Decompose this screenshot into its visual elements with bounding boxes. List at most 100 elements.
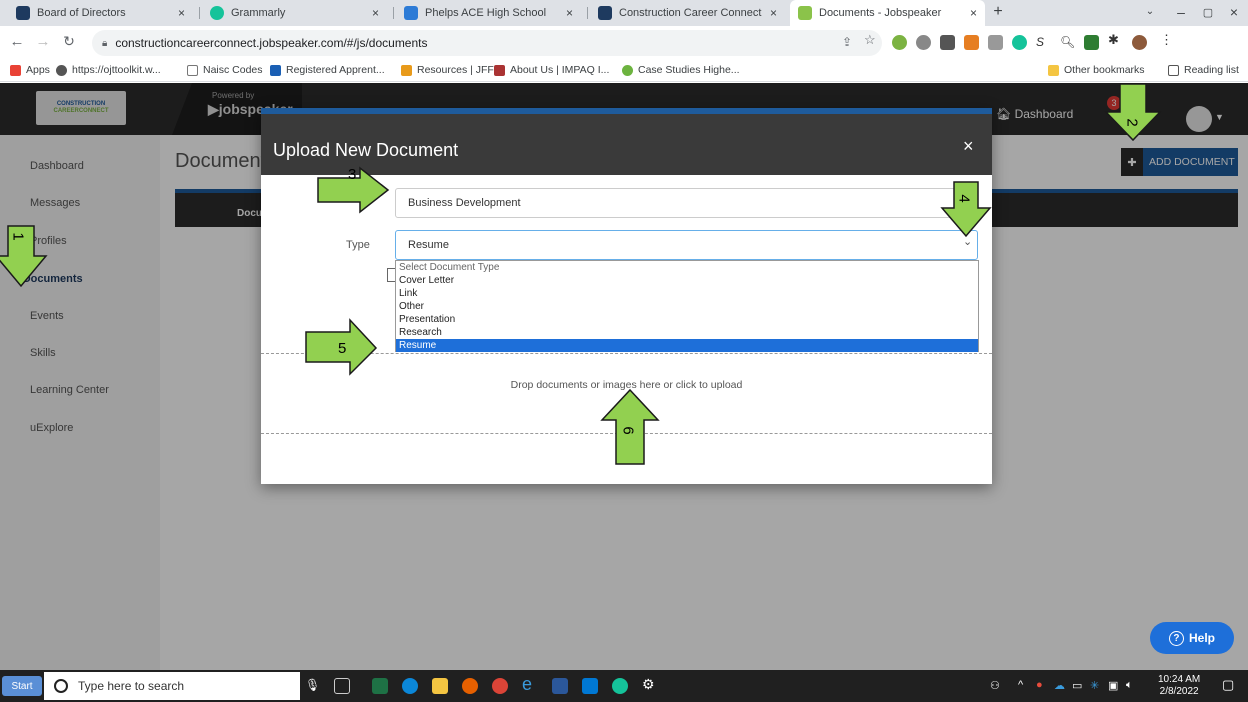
new-tab-button[interactable]: + <box>988 3 1008 21</box>
settings-gear-icon[interactable]: ⚙ <box>642 676 658 692</box>
tab-close-icon[interactable]: × <box>372 6 379 20</box>
page-icon <box>187 64 198 76</box>
extension-icon[interactable] <box>964 35 979 50</box>
dropdown-option[interactable]: Cover Letter <box>396 274 978 287</box>
reading-list-icon <box>1168 64 1179 76</box>
outlook-icon[interactable] <box>582 678 598 694</box>
document-name-input[interactable]: Business Development <box>395 188 978 218</box>
bookmark-star-icon[interactable]: ☆ <box>864 32 879 47</box>
browser-tab-active[interactable]: Documents - Jobspeaker × <box>790 0 985 26</box>
annotation-number: 2 <box>1123 118 1141 127</box>
dropdown-option-selected[interactable]: Resume <box>396 339 978 352</box>
tab-title: Construction Career Connect > H <box>619 7 764 19</box>
internet-explorer-icon[interactable]: e <box>522 674 538 694</box>
window-close-button[interactable]: × <box>1224 4 1244 20</box>
reading-list[interactable]: Reading list <box>1168 64 1239 76</box>
tab-close-icon[interactable]: × <box>770 6 777 20</box>
file-explorer-icon[interactable] <box>432 678 448 694</box>
browser-tab[interactable]: Phelps ACE High School × <box>396 0 581 26</box>
document-type-dropdown[interactable]: Select Document Type Cover Letter Link O… <box>395 260 979 352</box>
puzzle-icon[interactable]: ✱ <box>1108 32 1123 47</box>
dropdown-option[interactable]: Presentation <box>396 313 978 326</box>
firefox-icon[interactable] <box>462 678 478 694</box>
tab-title: Documents - Jobspeaker <box>819 7 942 19</box>
excel-icon[interactable] <box>372 678 388 694</box>
bookmark-item[interactable]: About Us | IMPAQ I... <box>494 64 609 76</box>
people-icon[interactable]: ⚇ <box>990 679 1000 692</box>
tab-favicon-icon <box>210 6 224 20</box>
extension-icon[interactable] <box>988 35 1003 50</box>
extension-icon[interactable] <box>940 35 955 50</box>
tab-close-icon[interactable]: × <box>970 6 977 20</box>
url-bar[interactable]: 🔒︎ constructioncareerconnect.jobspeaker.… <box>92 30 882 56</box>
extension-icon[interactable]: S <box>1036 35 1051 50</box>
tab-title: Board of Directors <box>37 7 126 19</box>
tab-title: Phelps ACE High School <box>425 7 547 19</box>
taskbar-search-box[interactable]: Type here to search <box>44 672 300 700</box>
dialog-close-button[interactable]: × <box>963 136 974 157</box>
browser-tab[interactable]: Board of Directors × <box>8 0 193 26</box>
other-bookmarks[interactable]: Other bookmarks <box>1048 64 1145 76</box>
grammarly-icon[interactable] <box>612 678 628 694</box>
tray-chevron-icon[interactable]: ^ <box>1018 679 1023 691</box>
forward-icon[interactable]: → <box>34 33 52 50</box>
check-extension-icon[interactable] <box>1084 35 1099 50</box>
tab-close-icon[interactable]: × <box>566 6 573 20</box>
annotation-number: 4 <box>955 194 973 203</box>
browser-tab[interactable]: Construction Career Connect > H × <box>590 0 785 26</box>
mic-icon[interactable]: 🎙︎ <box>305 678 321 694</box>
task-view-icon[interactable] <box>334 678 350 694</box>
tab-close-icon[interactable]: × <box>178 6 185 20</box>
bookmark-item[interactable]: Case Studies Highe... <box>622 64 740 76</box>
share-icon[interactable]: ⇪ <box>842 35 857 50</box>
browser-tab[interactable]: Grammarly × <box>202 0 387 26</box>
dropdown-option[interactable]: Select Document Type <box>396 261 978 274</box>
site-icon <box>494 64 505 76</box>
tab-favicon-icon <box>598 6 612 20</box>
start-button[interactable]: Start <box>2 676 42 696</box>
chrome-icon[interactable] <box>492 678 508 694</box>
tab-favicon-icon <box>16 6 30 20</box>
help-button[interactable]: ? Help <box>1150 622 1234 654</box>
volume-icon[interactable]: 🔈︎ <box>1126 679 1133 692</box>
dropdown-option[interactable]: Link <box>396 287 978 300</box>
word-icon[interactable] <box>552 678 568 694</box>
taskbar-clock[interactable]: 10:24 AM 2/8/2022 <box>1158 674 1200 698</box>
dropdown-option[interactable]: Other <box>396 300 978 313</box>
bookmark-item[interactable]: Resources | JFF <box>401 64 494 76</box>
bookmark-apps[interactable]: Apps <box>10 64 50 76</box>
document-type-select[interactable]: Resume <box>395 230 978 260</box>
network-icon[interactable]: ▣ <box>1108 679 1118 692</box>
annotation-arrow-3: 3 <box>317 166 390 214</box>
back-icon[interactable]: ← <box>8 33 26 50</box>
bookmark-item[interactable]: Registered Apprent... <box>270 64 385 76</box>
maximize-button[interactable]: ▢ <box>1198 6 1218 19</box>
dropdown-option[interactable]: Research <box>396 326 978 339</box>
tab-favicon-icon <box>798 6 812 20</box>
site-icon <box>270 64 281 76</box>
extension-icon[interactable] <box>892 35 907 50</box>
kebab-menu-icon[interactable]: ⋮ <box>1160 32 1175 47</box>
bookmark-item[interactable]: https://ojttoolkit.w... <box>56 64 161 76</box>
notification-center-icon[interactable]: ▢ <box>1222 677 1234 693</box>
grammarly-extension-icon[interactable] <box>1012 35 1027 50</box>
bookmark-item[interactable]: Naisc Codes <box>187 64 263 76</box>
annotation-number: 5 <box>338 340 347 357</box>
battery-icon[interactable]: ▭ <box>1072 679 1082 692</box>
minimize-button[interactable]: – <box>1171 4 1191 20</box>
onedrive-icon[interactable]: ☁ <box>1054 679 1065 692</box>
tray-app-icon[interactable]: ● <box>1036 679 1043 691</box>
tab-search-icon[interactable]: ⌄ <box>1140 6 1160 17</box>
question-icon: ? <box>1168 630 1184 646</box>
edge-icon[interactable] <box>402 678 418 694</box>
annotation-arrow-6: 6 <box>600 388 660 466</box>
zoom-extension-icon[interactable]: 🔍︎ <box>1060 35 1075 50</box>
site-icon <box>401 64 412 76</box>
site-icon <box>622 64 633 76</box>
extension-icon[interactable] <box>916 35 931 50</box>
globe-icon <box>56 64 67 76</box>
tray-app-icon[interactable]: ✳ <box>1090 679 1099 692</box>
profile-avatar-icon[interactable] <box>1132 35 1147 50</box>
reload-icon[interactable]: ↻ <box>60 33 78 50</box>
windows-taskbar: Start Type here to search 🎙︎ e ⚙ ⚇ ^ ● ☁… <box>0 670 1248 702</box>
